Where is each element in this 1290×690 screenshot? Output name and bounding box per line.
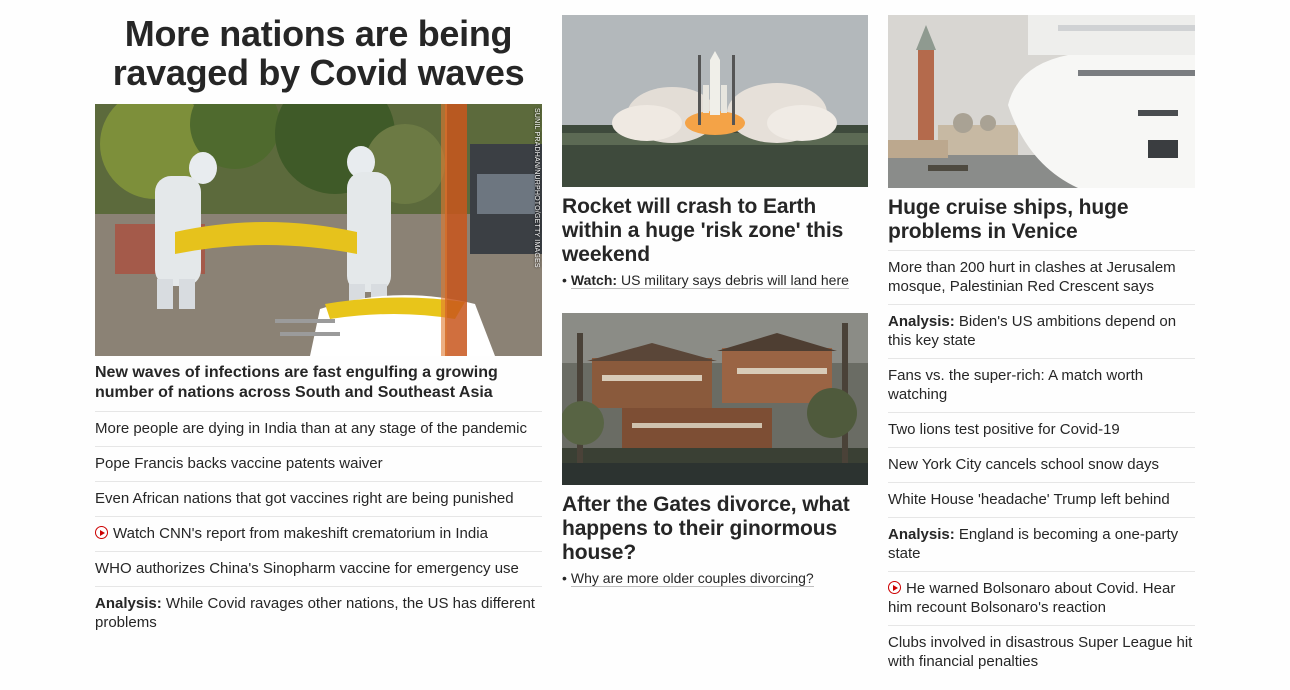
gates-headline[interactable]: After the Gates divorce, what happens to… <box>562 493 868 565</box>
list-item-text: More than 200 hurt in clashes at Jerusal… <box>888 259 1176 295</box>
list-item[interactable]: New York City cancels school snow days <box>888 448 1195 483</box>
list-item-text: White House 'headache' Trump left behind <box>888 491 1170 508</box>
list-item[interactable]: Even African nations that got vaccines r… <box>95 482 542 517</box>
list-item-text: New York City cancels school snow days <box>888 456 1159 473</box>
play-icon <box>888 581 901 594</box>
rocket-photo[interactable] <box>562 15 868 187</box>
list-item[interactable]: More people are dying in India than at a… <box>95 412 542 447</box>
analysis-label: Analysis: <box>888 526 955 543</box>
list-item[interactable]: Analysis: Biden's US ambitions depend on… <box>888 305 1195 359</box>
list-item[interactable]: Pope Francis backs vaccine patents waive… <box>95 447 542 482</box>
sublink-text: Why are more older couples divorcing? <box>570 570 814 586</box>
sublink-text: US military says debris will land here <box>620 272 849 288</box>
venice-cruise-illustration <box>888 15 1195 188</box>
rocket-sublink[interactable]: • Watch: US military says debris will lan… <box>562 271 868 289</box>
top-story-column: More nations are being ravaged by Covid … <box>95 0 542 640</box>
list-item-text: WHO authorizes China's Sinopharm vaccine… <box>95 560 519 577</box>
right-list: More than 200 hurt in clashes at Jerusal… <box>888 251 1195 679</box>
list-item[interactable]: White House 'headache' Trump left behind <box>888 483 1195 518</box>
watch-label: Watch: <box>570 272 618 288</box>
analysis-label: Analysis: <box>888 313 955 330</box>
list-item-text: Fans vs. the super-rich: A match worth w… <box>888 367 1144 403</box>
list-item[interactable]: Watch CNN's report from makeshift cremat… <box>95 517 542 552</box>
list-item-text: While Covid ravages other nations, the U… <box>95 595 535 631</box>
list-item-text: Pope Francis backs vaccine patents waive… <box>95 455 383 472</box>
top-story-lead[interactable]: New waves of infections are fast engulfi… <box>95 363 542 412</box>
list-item[interactable]: Two lions test positive for Covid-19 <box>888 413 1195 448</box>
list-item[interactable]: Analysis: While Covid ravages other nati… <box>95 587 542 640</box>
covid-workers-photo[interactable]: SUNIL PRADHAN/NURPHOTO/GETTY IMAGES <box>95 104 542 356</box>
analysis-label: Analysis: <box>95 595 162 612</box>
watch-link[interactable]: Watch: US military says debris will land… <box>570 272 849 289</box>
right-column: Huge cruise ships, huge problems in Veni… <box>888 0 1195 679</box>
gates-house-illustration <box>562 313 868 485</box>
gates-sublink[interactable]: • Why are more older couples divorcing? <box>562 569 868 587</box>
list-item-text: Clubs involved in disastrous Super Leagu… <box>888 634 1193 670</box>
play-icon <box>95 526 108 539</box>
list-item[interactable]: Analysis: England is becoming a one-part… <box>888 518 1195 572</box>
covid-workers-illustration <box>95 104 542 356</box>
top-story-list: More people are dying in India than at a… <box>95 412 542 640</box>
list-item-text: Watch CNN's report from makeshift cremat… <box>113 525 488 542</box>
rocket-headline[interactable]: Rocket will crash to Earth within a huge… <box>562 195 868 267</box>
list-item[interactable]: More than 200 hurt in clashes at Jerusal… <box>888 251 1195 305</box>
bullet: • <box>562 272 567 288</box>
divorce-link[interactable]: Why are more older couples divorcing? <box>570 570 814 587</box>
list-item-text: Even African nations that got vaccines r… <box>95 490 514 507</box>
bullet: • <box>562 570 567 586</box>
middle-column: Rocket will crash to Earth within a huge… <box>562 0 868 587</box>
venice-headline[interactable]: Huge cruise ships, huge problems in Veni… <box>888 196 1195 251</box>
top-story-title[interactable]: More nations are being ravaged by Covid … <box>95 14 542 92</box>
list-item[interactable]: Fans vs. the super-rich: A match worth w… <box>888 359 1195 413</box>
photo-credit: SUNIL PRADHAN/NURPHOTO/GETTY IMAGES <box>533 108 540 268</box>
venice-photo[interactable] <box>888 15 1195 188</box>
list-item[interactable]: WHO authorizes China's Sinopharm vaccine… <box>95 552 542 587</box>
list-item[interactable]: He warned Bolsonaro about Covid. Hear hi… <box>888 572 1195 626</box>
list-item-text: More people are dying in India than at a… <box>95 420 527 437</box>
rocket-launch-illustration <box>562 15 868 187</box>
list-item[interactable]: Clubs involved in disastrous Super Leagu… <box>888 626 1195 679</box>
list-item-text: He warned Bolsonaro about Covid. Hear hi… <box>888 580 1176 616</box>
list-item-text: Two lions test positive for Covid-19 <box>888 421 1120 438</box>
gates-house-photo[interactable] <box>562 313 868 485</box>
